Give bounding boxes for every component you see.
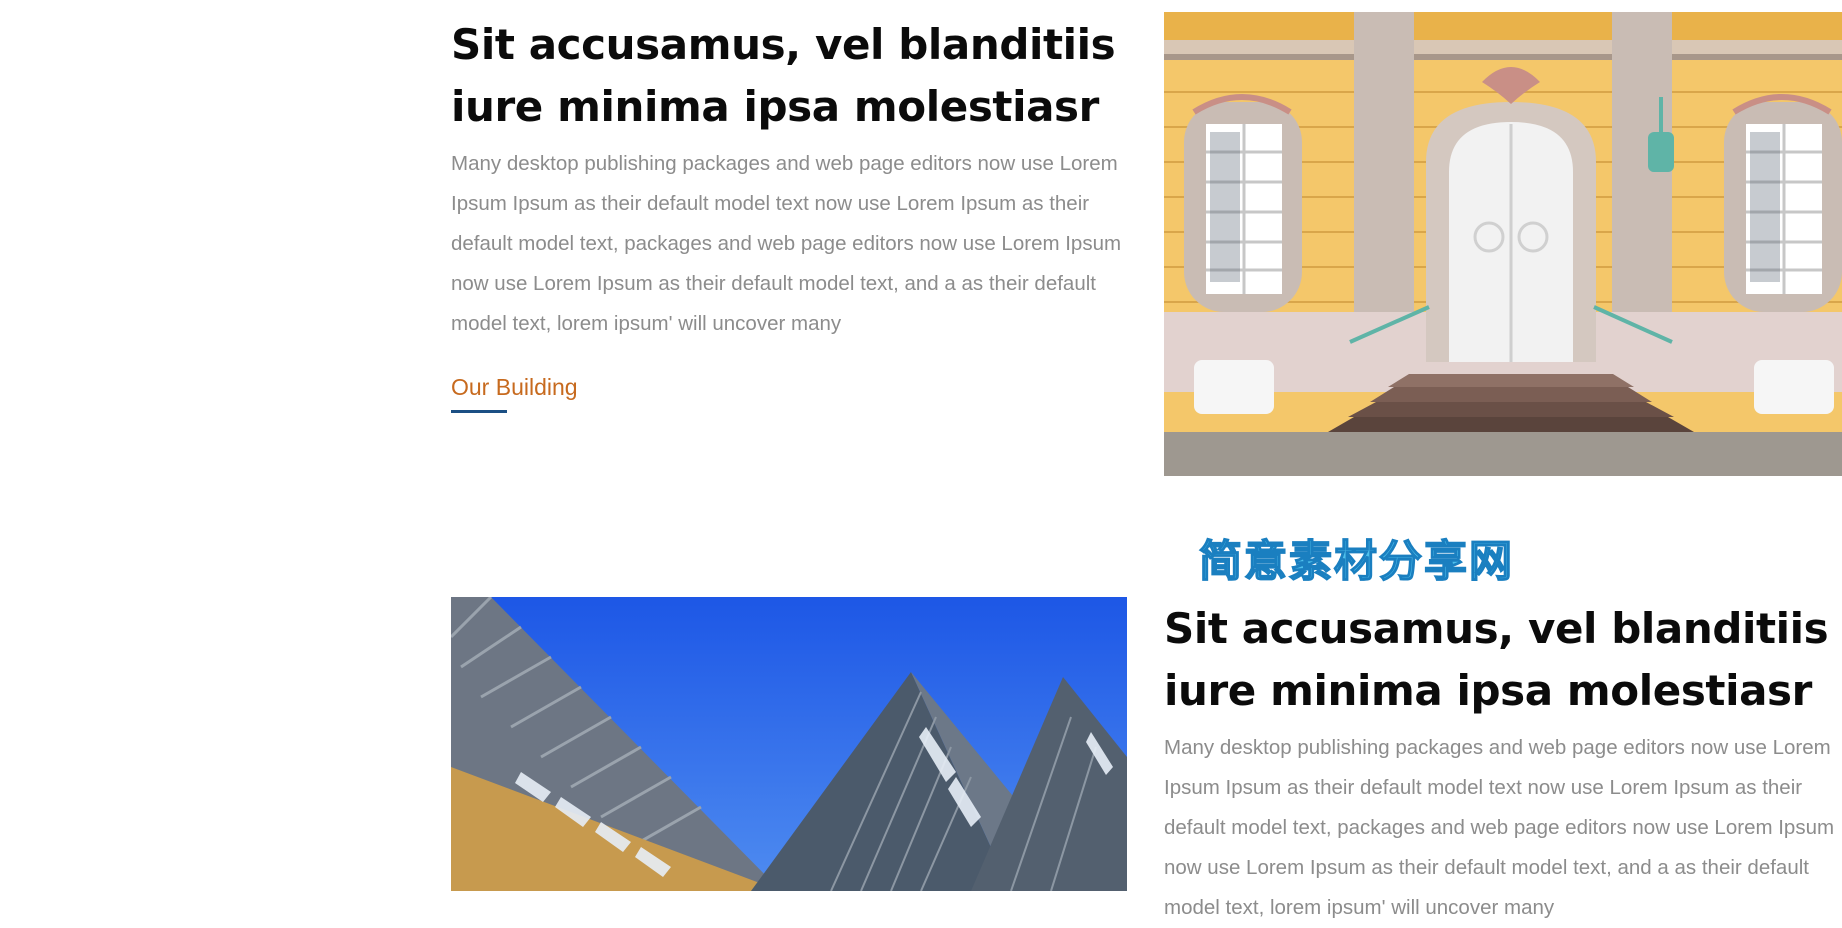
our-building-link[interactable]: Our Building: [451, 374, 578, 413]
feature-1-body: Many desktop publishing packages and web…: [451, 152, 1122, 335]
feature-2-body: Many desktop publishing packages and web…: [1164, 736, 1835, 919]
building-facade-photo: [1164, 12, 1842, 476]
link-underline: [451, 410, 507, 413]
feature-2-text: Sit accusamus, vel blanditiis iure minim…: [1164, 598, 1842, 928]
geometric-building-photo: [451, 597, 1127, 891]
our-building-link-label: Our Building: [451, 374, 578, 400]
feature-1-text: Sit accusamus, vel blanditiis iure minim…: [451, 14, 1131, 413]
feature-1-title: Sit accusamus, vel blanditiis iure minim…: [451, 20, 1116, 131]
watermark-text: 简意素材分享网: [1198, 536, 1514, 588]
feature-2-title: Sit accusamus, vel blanditiis iure minim…: [1164, 604, 1829, 715]
